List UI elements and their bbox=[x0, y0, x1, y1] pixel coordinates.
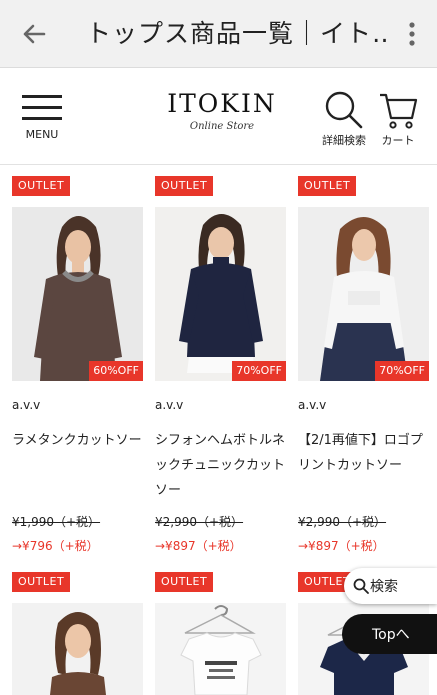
product-image[interactable]: 70%OFF bbox=[298, 207, 429, 381]
model-photo bbox=[155, 207, 286, 381]
more-options-icon[interactable] bbox=[404, 20, 420, 48]
outlet-badge: OUTLET bbox=[155, 572, 214, 592]
floating-search-button[interactable]: 検索 bbox=[344, 568, 437, 604]
sale-price: →¥796（+税） bbox=[12, 539, 99, 553]
product-brand: a.v.v bbox=[298, 398, 327, 412]
outlet-badge: OUTLET bbox=[155, 176, 214, 196]
product-card[interactable]: OUTLET 70%OFF a.v.v 【2/1再値下】ロゴプリントカットソー … bbox=[298, 176, 429, 566]
product-name[interactable]: シフォンヘムボトルネックチュニックカットソー bbox=[155, 428, 286, 503]
model-photo bbox=[12, 603, 143, 695]
detail-search-button[interactable]: 詳細検索 bbox=[318, 90, 370, 148]
hamburger-icon bbox=[22, 95, 62, 120]
model-photo bbox=[12, 207, 143, 381]
product-image[interactable] bbox=[155, 603, 286, 695]
product-brand: a.v.v bbox=[155, 398, 184, 412]
cart-icon bbox=[380, 93, 418, 129]
original-price: ¥2,990（+税） bbox=[155, 515, 244, 529]
discount-badge: 60%OFF bbox=[89, 361, 143, 381]
product-card[interactable]: OUTLET 70%OFF a.v.v シフォンヘムボトルネックチュニックカット… bbox=[155, 176, 286, 566]
original-price: ¥1,990（+税） bbox=[12, 515, 101, 529]
search-icon bbox=[353, 578, 369, 594]
outlet-badge: OUTLET bbox=[298, 176, 357, 196]
product-card[interactable]: OUTLET bbox=[12, 572, 143, 695]
menu-button[interactable]: MENU bbox=[22, 95, 62, 149]
page-title: トップス商品一覧｜イト… bbox=[86, 19, 386, 48]
back-arrow-icon[interactable] bbox=[18, 18, 50, 50]
product-name[interactable]: 【2/1再値下】ロゴプリントカットソー bbox=[298, 428, 429, 478]
model-photo bbox=[298, 207, 429, 381]
sale-price: →¥897（+税） bbox=[155, 539, 242, 553]
product-image[interactable] bbox=[12, 603, 143, 695]
outlet-badge: OUTLET bbox=[12, 176, 71, 196]
product-name[interactable]: ラメタンクカットソー bbox=[12, 428, 143, 453]
logo-subtext: Online Store bbox=[189, 121, 255, 132]
floating-search-label: 検索 bbox=[370, 579, 398, 595]
tshirt-photo bbox=[155, 603, 286, 695]
search-icon bbox=[325, 91, 363, 129]
original-price: ¥2,990（+税） bbox=[298, 515, 387, 529]
discount-badge: 70%OFF bbox=[375, 361, 429, 381]
site-header: MENU ITOKIN Online Store 詳細検索 カート bbox=[0, 68, 437, 165]
product-card[interactable]: OUTLET 60%OFF a.v.v ラメタンクカットソー ¥1,990（+税… bbox=[12, 176, 143, 566]
outlet-badge: OUTLET bbox=[12, 572, 71, 592]
product-card[interactable]: OUTLET bbox=[155, 572, 286, 695]
site-logo[interactable]: ITOKIN Online Store bbox=[160, 90, 284, 140]
product-image[interactable]: 60%OFF bbox=[12, 207, 143, 381]
product-brand: a.v.v bbox=[12, 398, 41, 412]
back-to-top-button[interactable]: Topへ bbox=[342, 614, 437, 654]
detail-search-label: 詳細検索 bbox=[322, 134, 366, 147]
discount-badge: 70%OFF bbox=[232, 361, 286, 381]
cart-button[interactable]: カート bbox=[376, 90, 420, 148]
sale-price: →¥897（+税） bbox=[298, 539, 385, 553]
logo-text: ITOKIN bbox=[167, 89, 277, 118]
browser-toolbar: トップス商品一覧｜イト… bbox=[0, 0, 437, 68]
menu-label: MENU bbox=[25, 128, 59, 141]
cart-label: カート bbox=[381, 134, 415, 147]
back-to-top-label: Topへ bbox=[372, 627, 410, 643]
product-image[interactable]: 70%OFF bbox=[155, 207, 286, 381]
